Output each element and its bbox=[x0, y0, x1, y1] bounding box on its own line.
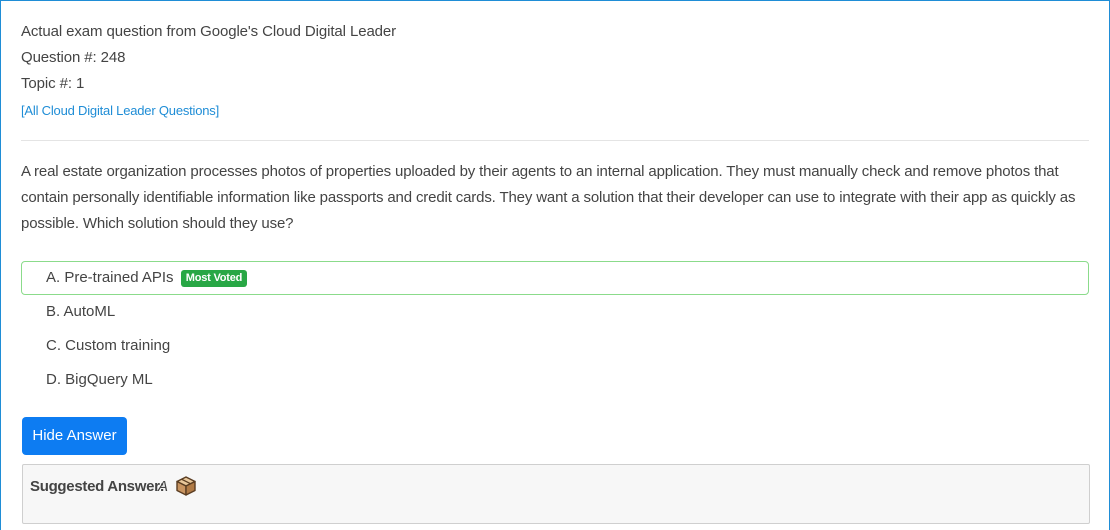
choice-a[interactable]: A. Pre-trained APIs Most Voted bbox=[21, 261, 1089, 295]
choice-c[interactable]: C. Custom training bbox=[21, 329, 1089, 363]
question-card: Actual exam question from Google's Cloud… bbox=[0, 0, 1110, 530]
question-text: A real estate organization processes pho… bbox=[21, 163, 1076, 232]
question-number: Question #: 248 bbox=[21, 49, 126, 66]
divider bbox=[21, 140, 1089, 141]
hide-answer-button[interactable]: Hide Answer bbox=[22, 417, 127, 455]
choice-label: C. Custom training bbox=[46, 337, 171, 354]
all-questions-link[interactable]: [All Cloud Digital Leader Questions] bbox=[21, 103, 219, 118]
choice-d[interactable]: D. BigQuery ML bbox=[21, 363, 1089, 397]
suggested-answer-label: Suggested Answer: bbox=[30, 478, 165, 495]
choice-label: B. AutoML bbox=[46, 303, 116, 320]
exam-title: Actual exam question from Google's Cloud… bbox=[21, 23, 397, 40]
choice-b[interactable]: B. AutoML bbox=[21, 295, 1089, 329]
topic-number: Topic #: 1 bbox=[21, 75, 85, 92]
suggested-answer-value: A bbox=[158, 478, 169, 495]
choice-label: A. Pre-trained APIs bbox=[46, 269, 174, 286]
suggested-answer-box: Suggested Answer: A bbox=[22, 464, 1090, 524]
choice-label: D. BigQuery ML bbox=[46, 371, 153, 388]
vote-box-icon[interactable] bbox=[175, 475, 197, 497]
most-voted-badge: Most Voted bbox=[180, 270, 248, 287]
